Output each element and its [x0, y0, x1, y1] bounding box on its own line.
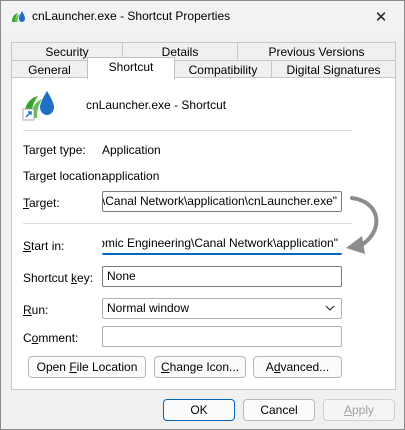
tab-label: Shortcut [108, 60, 154, 74]
cancel-button[interactable]: Cancel [243, 399, 315, 421]
comment-label: Comment: [23, 331, 79, 345]
cancel-label: Cancel [260, 403, 298, 417]
start-in-label: Start in: [23, 239, 65, 253]
run-label: Run: [23, 303, 49, 317]
target-label: Target: [23, 196, 60, 210]
apply-button[interactable]: Apply [323, 399, 395, 421]
tab-shortcut[interactable]: Shortcut [87, 57, 175, 79]
shortcut-panel: cnLauncher.exe - Shortcut Target type: A… [11, 77, 396, 390]
target-location-label: Target location: [23, 169, 105, 183]
title-bar: cnLauncher.exe - Shortcut Properties ✕ [1, 1, 404, 33]
separator [23, 223, 352, 224]
close-button[interactable]: ✕ [358, 1, 404, 33]
shortcut-key-label: Shortcut key: [23, 271, 94, 285]
app-icon [12, 11, 25, 22]
shortcut-key-field[interactable]: None [102, 266, 342, 287]
run-value: Normal window [107, 301, 190, 315]
shortcut-key-value: None [107, 269, 136, 283]
shortcut-app-icon [22, 91, 54, 121]
target-type-label: Target type: [23, 143, 86, 157]
close-icon: ✕ [374, 9, 388, 26]
annotation-arrow-icon [346, 196, 379, 254]
tab-label: Digital Signatures [286, 63, 381, 77]
window-title: cnLauncher.exe - Shortcut Properties [32, 9, 231, 23]
target-field[interactable]: ring\Canal Network\application\cnLaunche… [102, 191, 342, 212]
separator [23, 130, 352, 131]
tab-label: Compatibility [188, 63, 258, 77]
run-select[interactable]: Normal window [102, 298, 342, 319]
ok-label: OK [190, 403, 208, 417]
change-icon-button[interactable]: Change Icon... [154, 356, 246, 378]
shortcut-name: cnLauncher.exe - Shortcut [86, 98, 227, 112]
properties-dialog: cnLauncher.exe - Shortcut Properties ✕ S… [0, 0, 405, 430]
target-value: ring\Canal Network\application\cnLaunche… [102, 194, 337, 208]
comment-field[interactable] [102, 326, 342, 347]
tab-label: Previous Versions [268, 45, 365, 59]
advanced-button[interactable]: Advanced... [253, 356, 342, 378]
tab-label: General [28, 63, 71, 77]
chevron-down-icon [325, 305, 335, 311]
target-location-value: application [102, 169, 160, 183]
target-type-value: Application [102, 143, 161, 157]
open-file-location-button[interactable]: Open File Location [28, 356, 146, 378]
tab-previous-versions[interactable]: Previous Versions [237, 42, 396, 61]
start-in-value: uanomic Engineering\Canal Network\applic… [102, 236, 338, 250]
tab-label: Security [45, 45, 89, 59]
ok-button[interactable]: OK [163, 399, 235, 421]
start-in-field[interactable]: uanomic Engineering\Canal Network\applic… [102, 234, 342, 255]
